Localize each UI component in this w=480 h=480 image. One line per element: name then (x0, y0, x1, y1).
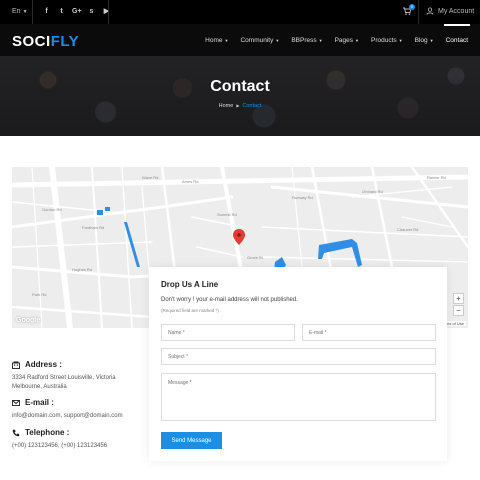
nav-item-bbpress[interactable]: BBPress ▼ (291, 24, 322, 56)
nav-item-label: Community (240, 36, 274, 44)
main-menu: Home ▼ Community ▼ BBPress ▼ Pages ▼ Product… (205, 24, 471, 56)
map-label: Hughes Rd (72, 267, 93, 272)
logo-text: SOCI (12, 33, 51, 50)
google-logo: Google (16, 317, 41, 324)
chevron-down-icon: ▼ (275, 37, 280, 43)
twitter-icon[interactable]: t (57, 7, 66, 16)
zoom-in-button[interactable]: + (453, 293, 464, 304)
nav-item-home[interactable]: Home ▼ (205, 24, 228, 56)
breadcrumb-current: Contact (242, 103, 262, 109)
cart-button[interactable]: 0 (402, 4, 415, 18)
envelope-icon (12, 399, 20, 406)
user-icon (426, 7, 434, 15)
name-field[interactable] (161, 324, 295, 341)
breadcrumb-home[interactable]: Home (219, 103, 234, 109)
skype-icon[interactable]: s (87, 7, 96, 16)
map-label: Chaucer Rd (397, 227, 419, 232)
message-field[interactable] (161, 373, 436, 421)
address-title: Address : (25, 360, 62, 369)
map-label: Summit Rd (217, 212, 237, 217)
nav-item-label: BBPress (291, 36, 317, 44)
map-label: Orchard Rd (362, 189, 383, 194)
map-label: Rainier Rd (427, 175, 446, 180)
telephone-text: (+00) 123123456, (+00) 123123456 (12, 443, 108, 449)
send-message-button[interactable]: Send Message (161, 432, 222, 449)
top-bar: En ▼ f t G+ s ▶ 0 My Account (0, 0, 480, 24)
form-title: Drop Us A Line (161, 280, 219, 289)
nav-item-label: Contact (445, 36, 468, 44)
site-logo[interactable]: SOCIFLY (12, 33, 79, 50)
zoom-out-button[interactable]: − (453, 305, 464, 316)
building-icon (12, 361, 20, 369)
chevron-down-icon: ▼ (22, 9, 28, 15)
cart-count-badge: 0 (409, 4, 415, 10)
page-hero: Contact Home ▶ Contact (0, 56, 480, 136)
youtube-icon[interactable]: ▶ (102, 7, 111, 16)
chevron-down-icon: ▼ (318, 37, 323, 43)
contact-form: Drop Us A Line Don't worry ! your e-mail… (149, 267, 447, 461)
nav-item-blog[interactable]: Blog ▼ (415, 24, 434, 56)
facebook-icon[interactable]: f (42, 7, 51, 16)
map-label: Runway Rd (292, 195, 313, 200)
form-note: Don't worry ! your e-mail address will n… (161, 297, 298, 303)
map-label: Grove St (247, 255, 263, 260)
google-plus-icon[interactable]: G+ (72, 7, 82, 16)
subject-field[interactable] (161, 348, 436, 365)
divider (418, 0, 419, 24)
telephone-block: Telephone : (+00) 123123456, (+00) 12312… (12, 428, 152, 451)
chevron-down-icon: ▼ (398, 37, 403, 43)
language-label: En (12, 8, 21, 15)
address-text: 3334 Radford Street Louisville, Victoria… (12, 375, 116, 390)
divider (108, 0, 109, 24)
map-label: Fordham Rd (82, 225, 105, 230)
chevron-down-icon: ▼ (224, 37, 229, 43)
breadcrumb: Home ▶ Contact (0, 103, 480, 109)
map-label: Wave Rd (142, 175, 159, 180)
page-title: Contact (210, 78, 270, 95)
phone-icon (12, 429, 20, 436)
email-field[interactable] (302, 324, 436, 341)
social-links: f t G+ s ▶ (42, 7, 111, 16)
nav-item-label: Pages (334, 36, 354, 44)
hero-overlay (0, 56, 480, 136)
nav-item-label: Blog (414, 36, 428, 44)
nav-item-pages[interactable]: Pages ▼ (335, 24, 359, 56)
divider (32, 0, 33, 24)
map-label: Park Rd (32, 292, 47, 297)
main-navbar: SOCIFLY Home ▼ Community ▼ BBPress ▼ Pages ▼… (0, 24, 480, 56)
logo-accent-text: FLY (50, 33, 80, 50)
language-selector[interactable]: En ▼ (12, 8, 28, 15)
nav-item-label: Home (205, 36, 223, 44)
my-account-label: My Account (438, 7, 475, 15)
nav-item-label: Products (370, 36, 397, 44)
address-block: Address : 3334 Radford Street Louisville… (12, 360, 122, 392)
map-label: Ames Rd (182, 179, 199, 184)
chevron-right-icon: ▶ (236, 103, 240, 108)
telephone-title: Telephone : (25, 428, 70, 437)
email-title: E-mail : (25, 398, 54, 407)
email-block: E-mail : info@domain.com, support@domain… (12, 398, 152, 421)
nav-item-community[interactable]: Community ▼ (240, 24, 279, 56)
form-required-note: (Required field are marked *) (161, 308, 219, 313)
map-label: Gordon Rd (42, 207, 62, 212)
my-account-link[interactable]: My Account (426, 7, 474, 15)
email-text[interactable]: info@domain.com, support@domain.com (12, 412, 152, 421)
chevron-down-icon: ▼ (429, 37, 434, 43)
nav-item-products[interactable]: Products ▼ (371, 24, 403, 56)
chevron-down-icon: ▼ (355, 37, 359, 43)
nav-item-contact[interactable]: Contact (443, 24, 471, 56)
